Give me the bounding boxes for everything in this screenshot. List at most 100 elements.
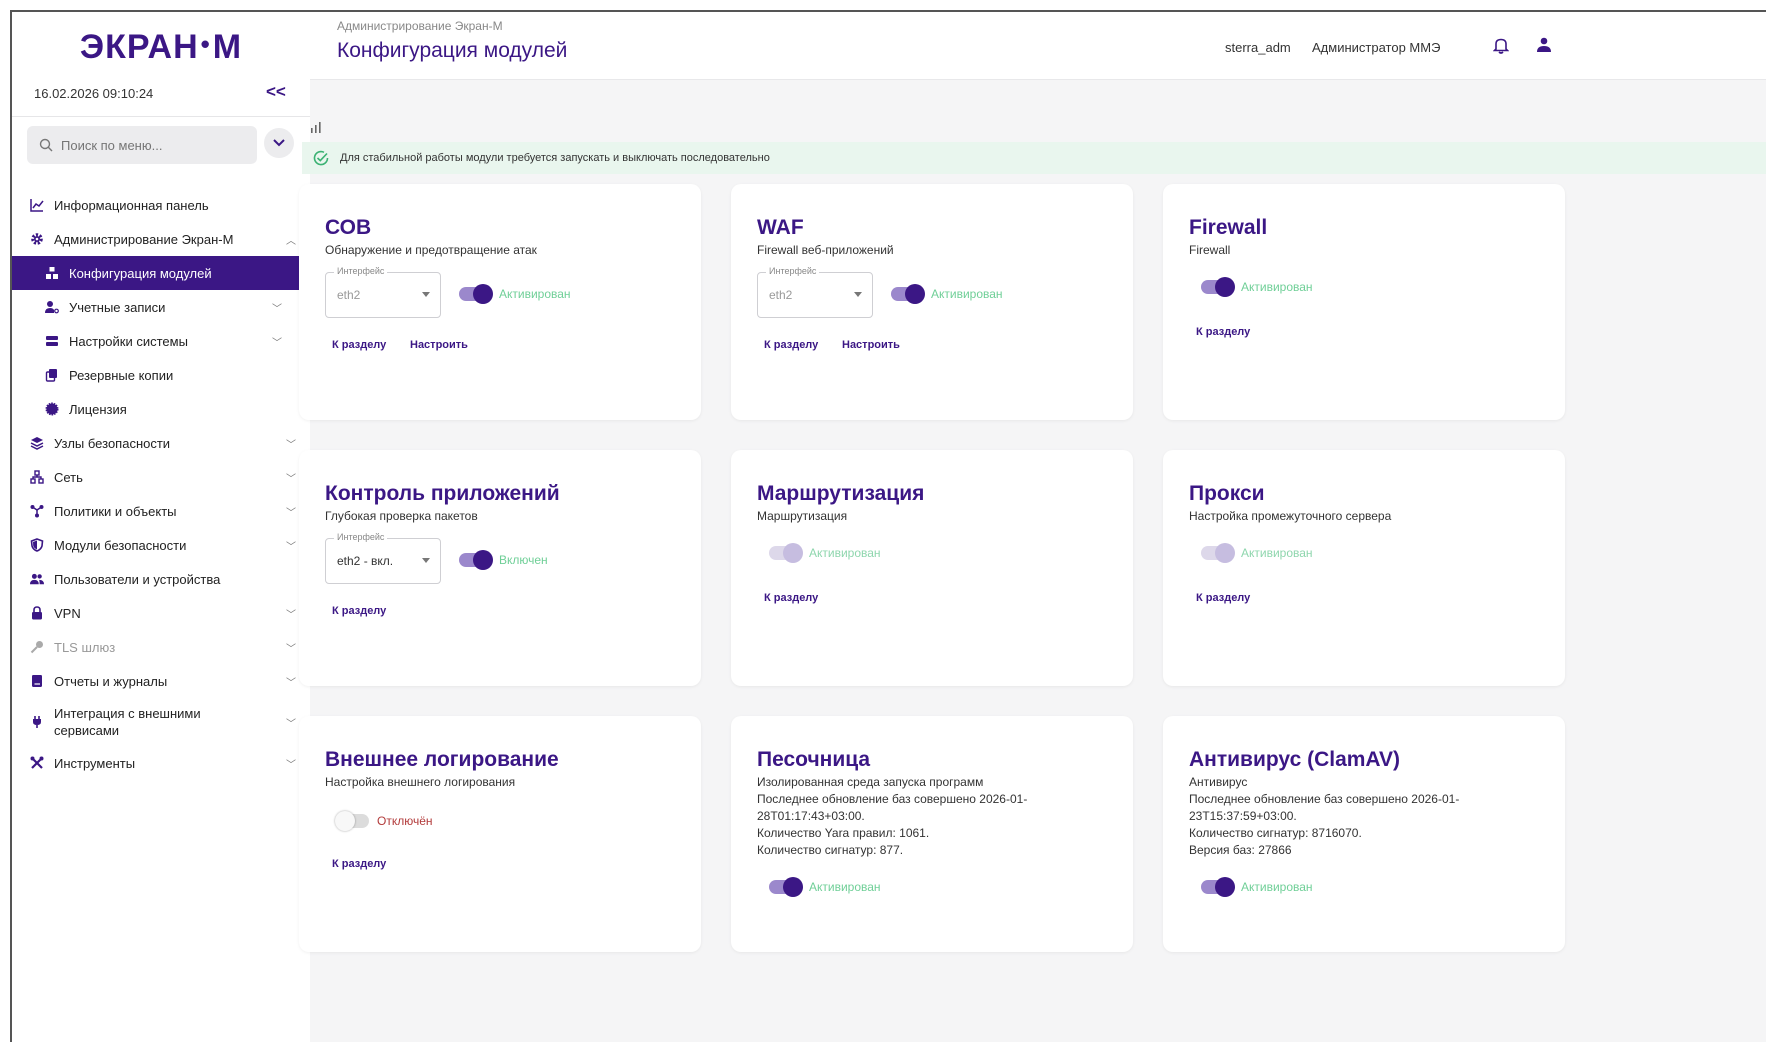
module-card-waf: WAF Firewall веб-приложений Интерфейс et… bbox=[731, 184, 1133, 420]
sidebar-item-integration[interactable]: Интеграция с внешними сервисами ﹀ bbox=[12, 698, 310, 746]
user-role: Администратор ММЭ bbox=[1312, 40, 1441, 55]
sidebar-item-accounts[interactable]: Учетные записи ﹀ bbox=[12, 290, 310, 324]
search-dropdown-button[interactable] bbox=[264, 128, 294, 158]
card-subtitle: Firewall веб-приложений bbox=[757, 243, 894, 257]
module-toggle[interactable]: Активирован bbox=[769, 543, 881, 563]
sidebar-item-reports[interactable]: Отчеты и журналы ﹀ bbox=[12, 664, 310, 698]
sidebar-item-system-settings[interactable]: Настройки системы ﹀ bbox=[12, 324, 310, 358]
card-subtitle: Изолированная среда запуска программ bbox=[757, 775, 984, 789]
modules-icon bbox=[45, 266, 59, 280]
card-detail-line: Количество сигнатур: 8716070. bbox=[1189, 826, 1362, 840]
toggle-label: Активирован bbox=[1241, 546, 1313, 560]
card-title: WAF bbox=[757, 216, 804, 239]
toggle-track bbox=[1201, 277, 1235, 297]
chart-line-icon bbox=[30, 198, 44, 212]
interface-select[interactable]: Интерфейс eth2 bbox=[757, 266, 873, 318]
breadcrumb[interactable]: Администрирование Экран-М bbox=[337, 19, 503, 33]
info-notice: Для стабильной работы модули требуется з… bbox=[302, 142, 1766, 174]
module-card-app-control: Контроль приложений Глубокая проверка па… bbox=[299, 450, 701, 686]
sidebar-item-label: Отчеты и журналы bbox=[54, 673, 168, 689]
sidebar-item-label: Информационная панель bbox=[54, 197, 209, 213]
module-toggle[interactable]: Активирован bbox=[459, 284, 571, 304]
sidebar-menu: Информационная панель Администрирование … bbox=[12, 188, 310, 780]
bar-chart-icon[interactable] bbox=[310, 120, 324, 138]
configure-link[interactable]: Настроить bbox=[842, 339, 900, 351]
sidebar-item-license[interactable]: Лицензия bbox=[12, 392, 310, 426]
card-subtitle: Настройка внешнего логирования bbox=[325, 775, 516, 789]
sidebar-item-administration[interactable]: Администрирование Экран-М ︿ bbox=[12, 222, 310, 256]
user-menu-button[interactable] bbox=[1537, 37, 1551, 58]
seal-icon bbox=[45, 402, 59, 416]
card-title: СОВ bbox=[325, 216, 372, 239]
interface-select[interactable]: Интерфейс eth2 - вкл. bbox=[325, 532, 441, 584]
go-to-section-link[interactable]: К разделу bbox=[332, 858, 386, 870]
graph-icon bbox=[30, 504, 44, 518]
toggle-knob bbox=[905, 284, 925, 304]
go-to-section-link[interactable]: К разделу bbox=[1196, 592, 1250, 604]
sidebar-item-label: VPN bbox=[54, 605, 81, 621]
sidebar-item-vpn[interactable]: VPN ﹀ bbox=[12, 596, 310, 630]
toggle-label: Активирован bbox=[809, 880, 881, 894]
notifications-button[interactable] bbox=[1492, 37, 1510, 59]
collapse-sidebar-button[interactable]: << bbox=[266, 82, 286, 102]
sidebar-item-modules-config[interactable]: Конфигурация модулей bbox=[12, 256, 310, 290]
interface-value: eth2 - вкл. bbox=[337, 554, 394, 568]
card-subtitle: Настройка промежуточного сервера bbox=[1189, 509, 1392, 523]
toggle-label: Активирован bbox=[931, 287, 1003, 301]
chevron-down-icon: ﹀ bbox=[286, 609, 296, 621]
toggle-label: Активирован bbox=[1241, 880, 1313, 894]
sidebar-item-label: Модули безопасности bbox=[54, 537, 187, 553]
plug-icon bbox=[30, 715, 44, 729]
search-icon bbox=[39, 138, 53, 152]
go-to-section-link[interactable]: К разделу bbox=[764, 592, 818, 604]
card-detail-line: 23T15:37:59+03:00. bbox=[1189, 809, 1297, 823]
server-icon bbox=[45, 334, 59, 348]
card-subtitle: Глубокая проверка пакетов bbox=[325, 509, 478, 523]
sidebar-item-label: Инструменты bbox=[54, 755, 136, 771]
module-toggle[interactable]: Включен bbox=[459, 550, 548, 570]
module-toggle[interactable]: Активирован bbox=[769, 877, 881, 897]
module-toggle[interactable]: Активирован bbox=[1201, 543, 1313, 563]
module-toggle[interactable]: Активирован bbox=[891, 284, 1003, 304]
interface-select[interactable]: Интерфейс eth2 bbox=[325, 266, 441, 318]
go-to-section-link[interactable]: К разделу bbox=[764, 339, 818, 351]
sidebar-item-tls-gateway[interactable]: TLS шлюз ﹀ bbox=[12, 630, 310, 664]
card-subtitle: Firewall bbox=[1189, 243, 1231, 257]
go-to-section-link[interactable]: К разделу bbox=[332, 605, 386, 617]
sidebar-item-tools[interactable]: Инструменты ﹀ bbox=[12, 746, 310, 780]
interface-value: eth2 bbox=[769, 288, 793, 302]
gear-icon bbox=[30, 232, 44, 246]
book-icon bbox=[30, 674, 44, 688]
toggle-label: Активирован bbox=[499, 287, 571, 301]
module-card-proxy: Прокси Настройка промежуточного сервера … bbox=[1163, 450, 1565, 686]
toggle-track bbox=[459, 284, 493, 304]
search-input[interactable] bbox=[61, 137, 241, 153]
sidebar: ЭКРАН•М 16.02.2026 09:10:24 << Информаци… bbox=[12, 12, 310, 1042]
sidebar-item-label: Узлы безопасности bbox=[54, 435, 171, 451]
configure-link[interactable]: Настроить bbox=[410, 339, 468, 351]
sidebar-item-policies[interactable]: Политики и объекты ﹀ bbox=[12, 494, 310, 528]
app-logo: ЭКРАН•М bbox=[79, 28, 243, 66]
toggle-knob bbox=[473, 550, 493, 570]
go-to-section-link[interactable]: К разделу bbox=[332, 339, 386, 351]
sidebar-item-label: Резервные копии bbox=[69, 367, 174, 383]
module-toggle[interactable]: Отключён bbox=[335, 811, 433, 831]
module-toggle[interactable]: Активирован bbox=[1201, 277, 1313, 297]
toggle-track bbox=[1201, 877, 1235, 897]
sidebar-item-security-nodes[interactable]: Узлы безопасности ﹀ bbox=[12, 426, 310, 460]
sidebar-item-users-devices[interactable]: Пользователи и устройства bbox=[12, 562, 310, 596]
sidebar-item-network[interactable]: Сеть ﹀ bbox=[12, 460, 310, 494]
go-to-section-link[interactable]: К разделу bbox=[1196, 326, 1250, 338]
sidebar-item-label: TLS шлюз bbox=[54, 639, 116, 655]
dropdown-arrow-icon bbox=[422, 558, 430, 563]
sidebar-item-backups[interactable]: Резервные копии bbox=[12, 358, 310, 392]
sidebar-item-security-modules[interactable]: Модули безопасности ﹀ bbox=[12, 528, 310, 562]
module-toggle[interactable]: Активирован bbox=[1201, 877, 1313, 897]
module-card-sandbox: Песочница Изолированная среда запуска пр… bbox=[731, 716, 1133, 952]
toggle-label: Отключён bbox=[377, 814, 433, 828]
sidebar-item-dashboard[interactable]: Информационная панель bbox=[12, 188, 310, 222]
chevron-down-icon: ﹀ bbox=[286, 541, 296, 553]
card-details: Изолированная среда запуска программ Пос… bbox=[757, 774, 1097, 859]
menu-search[interactable] bbox=[27, 126, 257, 164]
current-datetime: 16.02.2026 09:10:24 bbox=[34, 86, 154, 101]
